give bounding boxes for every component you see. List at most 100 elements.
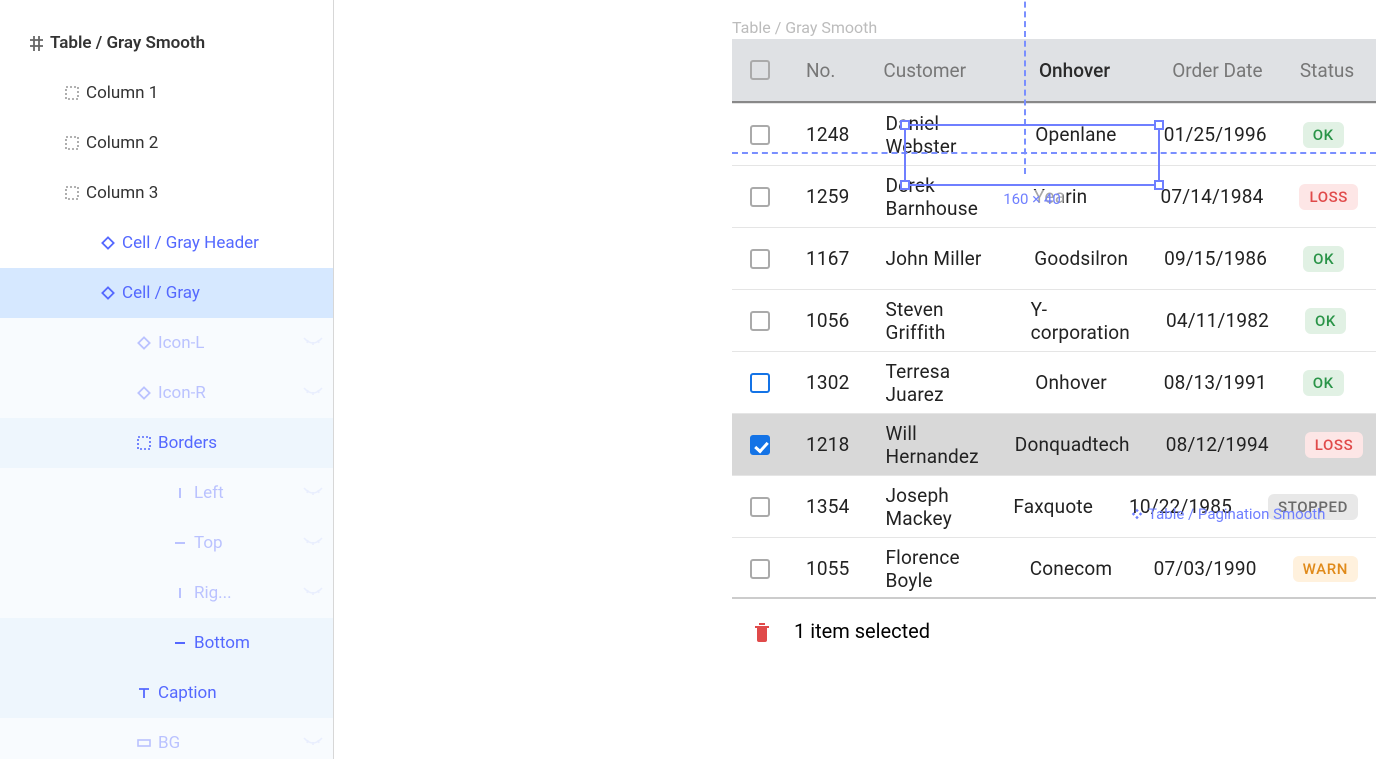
layer-item[interactable]: Cell / Gray Header (0, 218, 333, 268)
layer-item[interactable]: Icon-R (0, 368, 333, 418)
header-no[interactable]: No. (788, 59, 865, 82)
hbar-icon (166, 634, 194, 652)
cell-account: Donquadtech (997, 433, 1148, 456)
layer-item[interactable]: Top (0, 518, 333, 568)
hidden-icon[interactable] (293, 536, 333, 550)
layer-label: Column 1 (86, 83, 333, 103)
frame-icon (58, 184, 86, 202)
header-checkbox[interactable] (732, 60, 788, 80)
layer-item[interactable]: Column 3 (0, 168, 333, 218)
resize-handle-br[interactable] (1154, 180, 1164, 190)
layer-label: BG (158, 733, 293, 753)
hbar-icon (166, 534, 194, 552)
vbar-icon (166, 584, 194, 602)
diamond-icon (130, 334, 158, 352)
layer-item[interactable]: Column 2 (0, 118, 333, 168)
table-row[interactable]: 1167John MillerGoodsilron09/15/1986OK (732, 227, 1376, 289)
header-date[interactable]: Order Date (1154, 59, 1282, 82)
header-status[interactable]: Status (1282, 59, 1376, 82)
layer-label: Borders (158, 433, 333, 453)
row-checkbox[interactable] (732, 559, 788, 579)
vbar-icon (166, 484, 194, 502)
cell-no: 1259 (788, 185, 867, 208)
hidden-icon[interactable] (293, 586, 333, 600)
layer-label: Cell / Gray Header (122, 233, 333, 253)
cell-customer: John Miller (867, 247, 1016, 270)
canvas: Table / Gray Smooth No. Customer Onhover… (334, 0, 1376, 759)
cell-no: 1167 (788, 247, 867, 270)
cell-account: Goodsilron (1016, 247, 1146, 270)
selection-count: 1 item selected (794, 619, 930, 643)
component-label[interactable]: Table / Pagination Smooth (1130, 505, 1376, 523)
frame-icon (130, 434, 158, 452)
cell-status: WARN (1275, 556, 1376, 582)
diamond-icon (130, 384, 158, 402)
row-checkbox[interactable] (732, 125, 788, 145)
cell-account: Faxquote (995, 495, 1111, 518)
resize-handle-bl[interactable] (900, 180, 910, 190)
hidden-icon[interactable] (293, 386, 333, 400)
layer-root[interactable]: Table / Gray Smooth (0, 18, 333, 68)
cell-status: LOSS (1281, 184, 1376, 210)
table-row[interactable]: 1056Steven GriffithY-corporation04/11/19… (732, 289, 1376, 351)
cell-account: Conecom (1012, 557, 1136, 580)
hidden-icon[interactable] (293, 736, 333, 750)
layer-item[interactable]: Rig... (0, 568, 333, 618)
frame-icon (58, 84, 86, 102)
layer-label: Caption (158, 683, 333, 703)
row-checkbox[interactable] (732, 249, 788, 269)
cell-customer: Terresa Juarez (867, 360, 1017, 406)
rect-icon (130, 734, 158, 752)
row-checkbox[interactable] (732, 373, 788, 393)
layer-item[interactable]: Column 1 (0, 68, 333, 118)
hidden-icon[interactable] (293, 486, 333, 500)
layer-label: Icon-L (158, 333, 293, 353)
row-checkbox[interactable] (732, 435, 788, 455)
pagination-footer: 1 item selected (732, 597, 1376, 663)
cell-customer: Steven Griffith (867, 298, 1012, 344)
delete-icon[interactable] (752, 620, 772, 642)
header-account[interactable]: Onhover (1021, 59, 1154, 82)
table-row[interactable]: 1218Will HernandezDonquadtech08/12/1994L… (732, 413, 1376, 475)
cell-no: 1218 (788, 433, 867, 456)
hidden-icon[interactable] (293, 336, 333, 350)
resize-handle-tr[interactable] (1154, 120, 1164, 130)
layer-label: Column 2 (86, 133, 333, 153)
layer-item[interactable]: Left (0, 468, 333, 518)
cell-status: OK (1285, 370, 1376, 396)
selection-frame[interactable]: 160 × 40 (904, 124, 1160, 186)
cell-date: 07/03/1990 (1136, 557, 1275, 580)
layer-item[interactable]: Cell / Gray (0, 268, 333, 318)
table-row[interactable]: 1302Terresa JuarezOnhover08/13/1991OK (732, 351, 1376, 413)
cell-no: 1248 (788, 123, 867, 146)
frame-icon (58, 134, 86, 152)
resize-handle-tl[interactable] (900, 120, 910, 130)
layer-item[interactable]: Icon-L (0, 318, 333, 368)
frame-title: Table / Gray Smooth (732, 18, 1376, 37)
layer-label: Table / Gray Smooth (50, 33, 333, 53)
cell-status: OK (1285, 122, 1376, 148)
row-checkbox[interactable] (732, 311, 788, 331)
cell-no: 1302 (788, 371, 867, 394)
layer-label: Bottom (194, 633, 333, 653)
cell-no: 1056 (788, 309, 867, 332)
cell-status: OK (1287, 308, 1376, 334)
diamond-icon (94, 234, 122, 252)
layer-label: Rig... (194, 583, 293, 603)
layer-item[interactable]: Borders (0, 418, 333, 468)
cell-date: 08/13/1991 (1146, 371, 1285, 394)
row-checkbox[interactable] (732, 187, 788, 207)
layer-item[interactable]: Caption (0, 668, 333, 718)
layer-label: Top (194, 533, 293, 553)
layer-item[interactable]: BG (0, 718, 333, 759)
cell-date: 04/11/1982 (1148, 309, 1287, 332)
text-icon (130, 684, 158, 702)
layer-label: Icon-R (158, 383, 293, 403)
cell-date: 08/12/1994 (1148, 433, 1287, 456)
header-customer[interactable]: Customer (865, 59, 1021, 82)
layer-item[interactable]: Bottom (0, 618, 333, 668)
table-row[interactable]: 1055Florence BoyleConecom07/03/1990WARN (732, 537, 1376, 599)
cell-account: Onhover (1017, 371, 1145, 394)
cell-customer: Joseph Mackey (867, 484, 995, 530)
row-checkbox[interactable] (732, 497, 788, 517)
